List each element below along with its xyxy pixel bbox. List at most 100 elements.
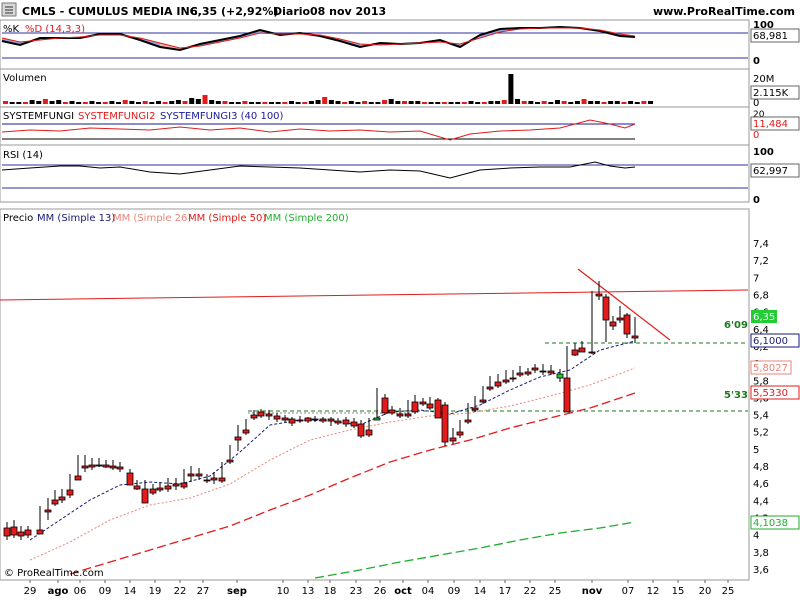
- candle-body: [164, 485, 172, 490]
- volume-bar: [508, 74, 514, 104]
- price-tick-label: 4: [753, 531, 759, 542]
- volume-bars: [3, 74, 654, 104]
- sysfungi-label-2: SYSTEMFUNGI2: [78, 111, 155, 122]
- price-tick-label: 3,6: [753, 565, 769, 576]
- volume-bar: [189, 98, 195, 104]
- price-panel[interactable]: Precio MM (Simple 13) MM (Simple 26) MM …: [0, 213, 749, 579]
- candle-body: [24, 529, 32, 536]
- x-axis-label: 27: [197, 586, 210, 597]
- volume-bar: [36, 101, 42, 104]
- sysfungi-value-2: 0: [753, 130, 759, 141]
- stoch-label-d: %D (14,3,3): [25, 24, 85, 35]
- systemfungi-panel[interactable]: SYSTEMFUNGI SYSTEMFUNGI2 SYSTEMFUNGI3 (4…: [1, 111, 636, 141]
- volume-bar: [428, 102, 434, 104]
- candle-body: [116, 466, 124, 470]
- volume-bar: [215, 101, 221, 104]
- volume-bar: [528, 101, 534, 104]
- rsi-panel[interactable]: RSI (14): [1, 150, 748, 189]
- candle-body: [296, 419, 304, 422]
- candle-body: [180, 482, 188, 488]
- header-site[interactable]: www.ProRealTime.com: [653, 5, 795, 18]
- volume-panel[interactable]: Volumen: [3, 73, 654, 104]
- volume-bar: [9, 102, 15, 104]
- candle-body: [588, 351, 596, 354]
- stochastic-fill: [2, 27, 635, 50]
- candle-body: [524, 371, 532, 375]
- sysfungi-value: 11,484: [753, 119, 788, 130]
- price-tick-label: 4,4: [753, 496, 769, 507]
- volume-bar: [175, 100, 181, 104]
- x-axis-label: 12: [647, 586, 660, 597]
- volume-bar: [322, 97, 328, 104]
- volume-bar: [102, 102, 108, 104]
- volume-bar: [255, 102, 261, 104]
- price-tick-label: 3,8: [753, 548, 769, 559]
- sysfungi-label-3: SYSTEMFUNGI3 (40 100): [160, 111, 284, 122]
- volume-bar: [249, 102, 255, 104]
- candle-body: [516, 372, 524, 376]
- volume-bar: [362, 101, 368, 104]
- candle-body: [3, 527, 11, 537]
- mm50-legend: MM (Simple 50): [188, 213, 266, 224]
- volume-bar: [455, 102, 461, 104]
- volume-bar: [402, 101, 407, 104]
- candle-body: [265, 413, 273, 417]
- candle-body: [411, 401, 419, 413]
- candle-body: [133, 485, 141, 490]
- volume-bar: [608, 101, 614, 104]
- volume-bar: [641, 101, 647, 104]
- stochastic-k-line: [1, 25, 636, 52]
- candle-body: [334, 420, 342, 424]
- price-tick-label: 4,8: [753, 462, 769, 473]
- volume-bar: [82, 102, 88, 104]
- candle-body: [357, 423, 365, 437]
- volume-bar: [3, 101, 8, 104]
- mm50-line: [69, 392, 636, 575]
- volume-bar: [242, 101, 248, 104]
- candle-body: [571, 349, 579, 356]
- stochastic-panel[interactable]: %K %D (14,3,3): [1, 24, 748, 59]
- volume-bar: [288, 101, 294, 104]
- candle-body: [203, 479, 211, 482]
- candle-body: [556, 373, 564, 379]
- volume-bar: [295, 102, 301, 104]
- candle-body: [172, 483, 180, 487]
- price-tick-label: 7,2: [753, 256, 769, 267]
- header-date: 08 nov 2013: [310, 5, 386, 18]
- header-period: Diario: [273, 5, 311, 18]
- candle-body: [373, 417, 381, 421]
- candle-body: [319, 418, 327, 422]
- candle-body: [456, 431, 464, 436]
- volume-bar: [461, 102, 467, 104]
- header-menu-icon[interactable]: [1, 2, 17, 17]
- x-axis-label: 07: [622, 586, 635, 597]
- candle-body: [195, 473, 203, 477]
- volume-bar: [275, 102, 281, 104]
- candle-body: [486, 386, 494, 390]
- mm50-value: 5,5330: [753, 388, 788, 399]
- volume-bar: [388, 99, 394, 104]
- volume-bar: [648, 101, 654, 104]
- resistance-line[interactable]: [0, 289, 749, 301]
- candle-body: [563, 377, 571, 413]
- volume-bar: [375, 102, 381, 104]
- x-axis-label: 06: [74, 586, 87, 597]
- x-axis-label: 20: [699, 586, 712, 597]
- volume-bar: [621, 102, 627, 104]
- candle-body: [257, 411, 265, 417]
- volume-bar: [441, 102, 447, 104]
- volume-bar: [475, 102, 481, 104]
- volume-bar: [229, 102, 235, 104]
- x-axis-label: 09: [99, 586, 112, 597]
- candle-body: [126, 472, 134, 486]
- x-axis-label: 22: [524, 586, 537, 597]
- price-tick-label: 6,8: [753, 290, 769, 301]
- volume-bar: [69, 101, 75, 104]
- volume-bar: [342, 102, 348, 104]
- volume-bar: [162, 102, 168, 104]
- volume-bar: [49, 101, 55, 104]
- candle-body: [156, 487, 164, 491]
- x-axis-label: 10: [277, 586, 290, 597]
- chart-canvas: CMLS - CUMULUS MEDIA INC. 6,35 (+2,92%) …: [0, 0, 800, 597]
- mm26-legend: MM (Simple 26): [113, 213, 191, 224]
